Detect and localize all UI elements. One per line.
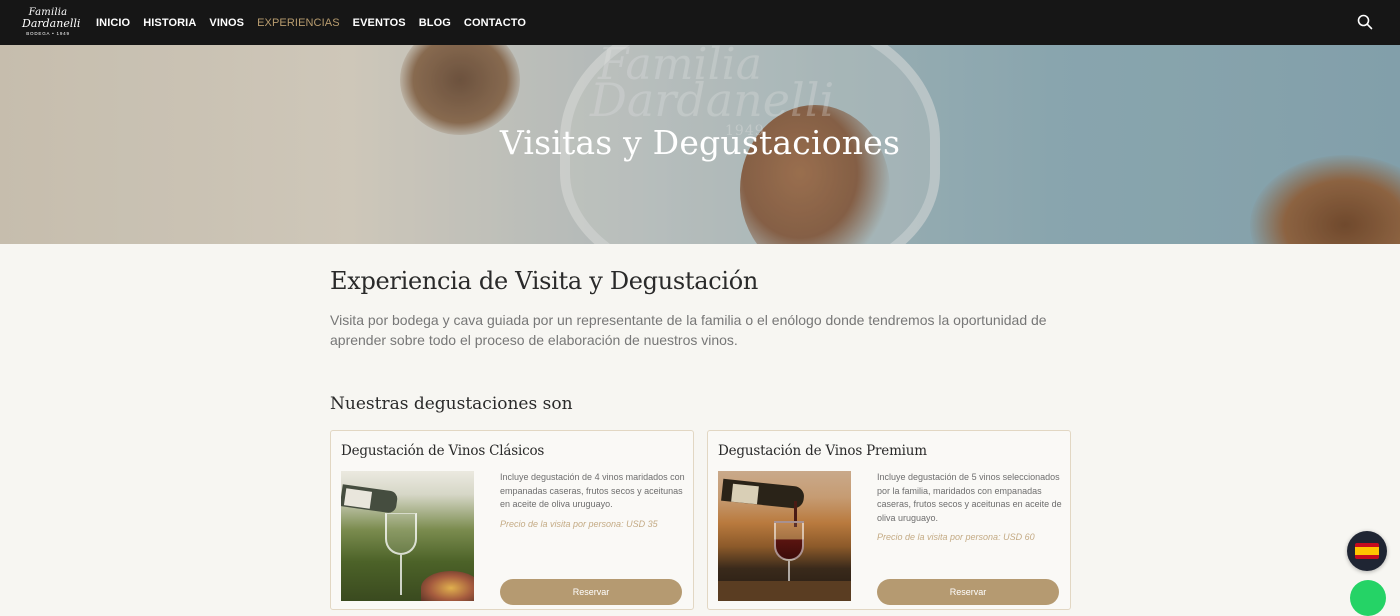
page-title: Visitas y Degustaciones: [499, 123, 901, 162]
card-title: Degustación de Vinos Clásicos: [341, 443, 545, 459]
language-switcher-button[interactable]: [1347, 531, 1387, 571]
nav-item-vinos[interactable]: VINOS: [209, 17, 244, 29]
main-nav: INICIO HISTORIA VINOS EXPERIENCIAS EVENT…: [96, 0, 526, 45]
nav-item-blog[interactable]: BLOG: [419, 17, 451, 29]
card-photo: [341, 471, 474, 601]
card-description: Incluye degustación de 4 vinos maridados…: [500, 472, 685, 509]
nav-item-inicio[interactable]: INICIO: [96, 17, 130, 29]
nav-item-experiencias[interactable]: EXPERIENCIAS: [257, 17, 340, 29]
reserve-button[interactable]: Reservar: [500, 579, 682, 605]
card-description: Incluye degustación de 5 vinos seleccion…: [877, 472, 1062, 523]
search-icon[interactable]: [1357, 14, 1373, 30]
tastings-heading: Nuestras degustaciones son: [330, 394, 573, 414]
nav-item-historia[interactable]: HISTORIA: [143, 17, 196, 29]
top-navbar: Familia Dardanelli BODEGA • 1949 INICIO …: [0, 0, 1400, 45]
intro-text: Visita por bodega y cava guiada por un r…: [330, 312, 1047, 348]
brand-logo[interactable]: Familia Dardanelli BODEGA • 1949: [22, 8, 81, 38]
logo-line-3: BODEGA • 1949: [26, 31, 70, 36]
card-photo: [718, 471, 851, 601]
tasting-card-premium: Degustación de Vinos Premium Incluye deg…: [707, 430, 1071, 610]
logo-line-2: Dardanelli: [22, 17, 81, 30]
card-price: Precio de la visita por persona: USD 60: [877, 532, 1035, 542]
nav-item-contacto[interactable]: CONTACTO: [464, 17, 526, 29]
spain-flag-icon: [1355, 543, 1379, 559]
section-heading: Experiencia de Visita y Degustación: [330, 267, 759, 295]
reserve-button[interactable]: Reservar: [877, 579, 1059, 605]
card-title: Degustación de Vinos Premium: [718, 443, 927, 459]
nav-item-eventos[interactable]: EVENTOS: [353, 17, 406, 29]
tasting-card-classic: Degustación de Vinos Clásicos Incluye de…: [330, 430, 694, 610]
whatsapp-icon[interactable]: [1350, 580, 1386, 616]
card-price: Precio de la visita por persona: USD 35: [500, 519, 658, 529]
hero-banner: Familia Dardanelli 1949 Visitas y Degust…: [0, 45, 1400, 244]
